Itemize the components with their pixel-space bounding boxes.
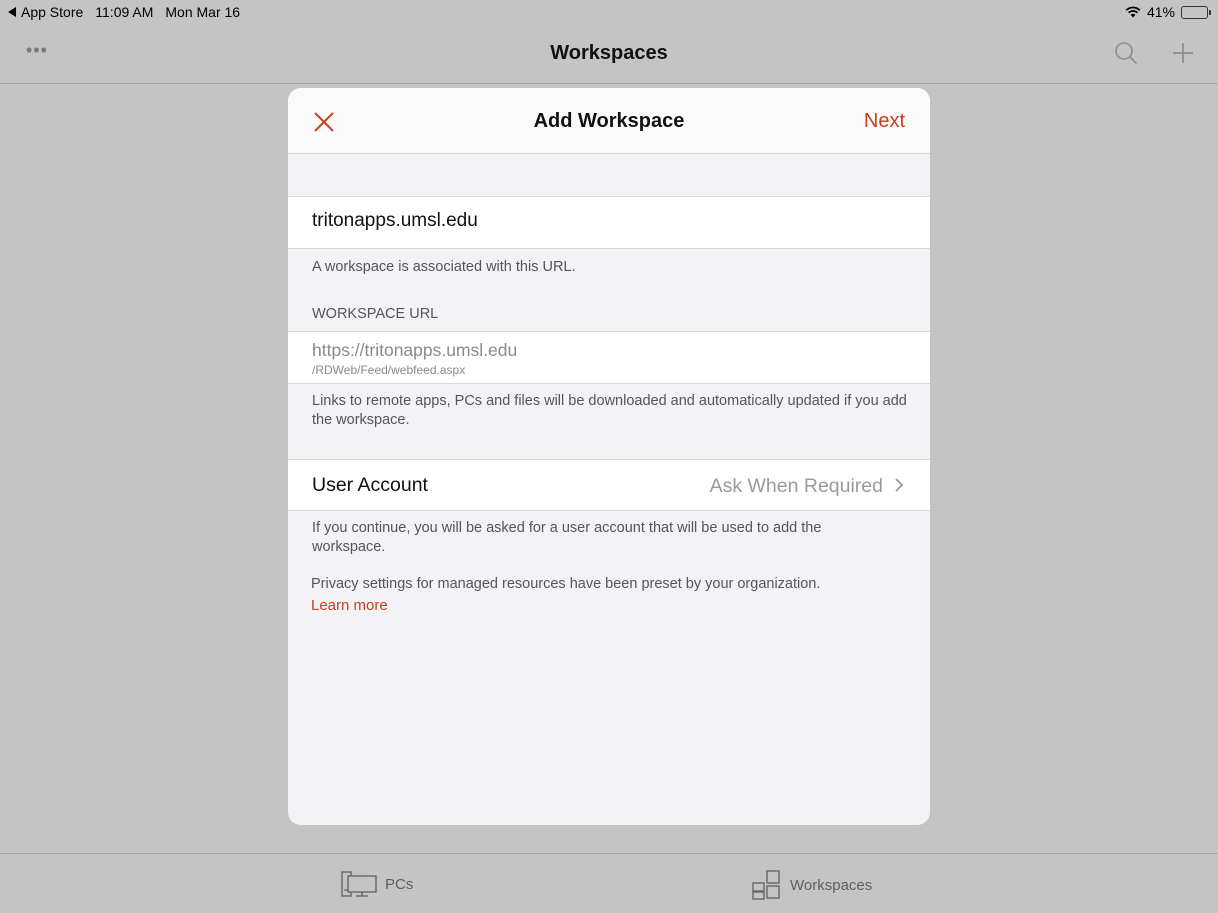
nav-bar: ••• Workspaces xyxy=(0,24,1218,84)
page-title: Workspaces xyxy=(550,42,668,64)
workspace-help-text: Links to remote apps, PCs and files will… xyxy=(312,393,907,428)
url-help-text: A workspace is associated with this URL. xyxy=(312,259,576,275)
add-workspace-modal: Add Workspace Next A workspace is associ… xyxy=(288,88,930,825)
user-account-label: User Account xyxy=(312,474,428,496)
status-time: 11:09 AM xyxy=(95,4,154,20)
chevron-right-icon xyxy=(895,478,904,492)
modal-header: Add Workspace Next xyxy=(288,88,930,154)
workspace-url-main: https://tritonapps.umsl.edu xyxy=(312,340,518,360)
workspaces-icon xyxy=(752,870,780,900)
back-app-label: App Store xyxy=(21,4,84,20)
tab-bar: PCs Workspaces xyxy=(0,853,1218,913)
back-triangle-icon xyxy=(8,7,16,17)
next-button[interactable]: Next xyxy=(864,110,905,133)
url-input[interactable] xyxy=(312,210,902,232)
status-bar: App Store 11:09 AM Mon Mar 16 41% xyxy=(0,0,1218,24)
back-to-app-link[interactable]: App Store xyxy=(8,4,83,20)
workspace-url-path: /RDWeb/Feed/webfeed.aspx xyxy=(312,363,466,377)
battery-icon xyxy=(1181,5,1211,19)
status-date: Mon Mar 16 xyxy=(165,4,241,20)
tab-pcs-label: PCs xyxy=(385,875,414,893)
learn-more-link[interactable]: Learn more xyxy=(311,597,388,614)
tab-workspaces-label: Workspaces xyxy=(790,876,873,894)
status-right: 41% xyxy=(1125,4,1211,20)
workspace-url-header: WORKSPACE URL xyxy=(312,306,439,322)
account-help-text: If you continue, you will be asked for a… xyxy=(312,520,822,555)
pcs-icon xyxy=(341,871,377,897)
wifi-icon xyxy=(1125,6,1141,18)
url-input-cell xyxy=(288,196,930,249)
workspace-url-cell: https://tritonapps.umsl.edu /RDWeb/Feed/… xyxy=(288,331,930,384)
battery-percent: 41% xyxy=(1146,4,1175,20)
add-icon[interactable] xyxy=(1171,41,1195,65)
tab-pcs[interactable]: PCs xyxy=(341,870,413,898)
search-icon[interactable] xyxy=(1114,41,1138,65)
status-left: App Store 11:09 AM Mon Mar 16 xyxy=(8,4,240,20)
tab-workspaces[interactable]: Workspaces xyxy=(752,870,872,900)
user-account-value: Ask When Required xyxy=(709,475,883,497)
user-account-row[interactable]: User Account Ask When Required xyxy=(288,459,930,511)
privacy-text: Privacy settings for managed resources h… xyxy=(311,576,821,592)
modal-title: Add Workspace xyxy=(533,110,685,132)
